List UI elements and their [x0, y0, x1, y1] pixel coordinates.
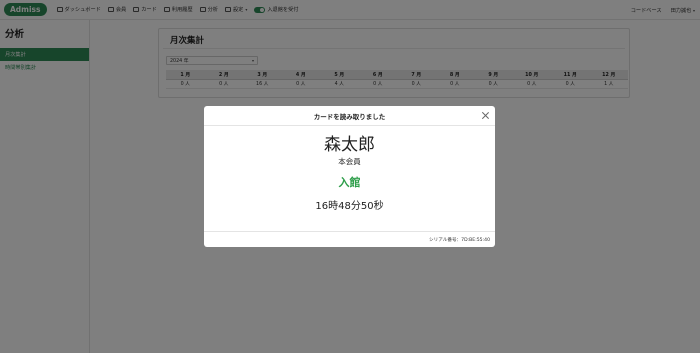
- card-read-modal: カードを読み取りました 森太郎 本会員 入館 16時48分50秒 シリアル番号：…: [204, 106, 495, 247]
- modal-footer: シリアル番号：7D:BE:55:40: [204, 231, 495, 247]
- close-icon[interactable]: [481, 111, 490, 120]
- member-name: 森太郎: [324, 135, 375, 155]
- modal-body: 森太郎 本会員 入館 16時48分50秒: [204, 126, 495, 231]
- entry-status: 入館: [338, 176, 361, 189]
- entry-time: 16時48分50秒: [315, 201, 384, 212]
- modal-header: カードを読み取りました: [204, 106, 495, 126]
- serial-number: シリアル番号：7D:BE:55:40: [429, 237, 490, 243]
- modal-title: カードを読み取りました: [313, 112, 386, 121]
- member-type: 本会員: [338, 157, 361, 166]
